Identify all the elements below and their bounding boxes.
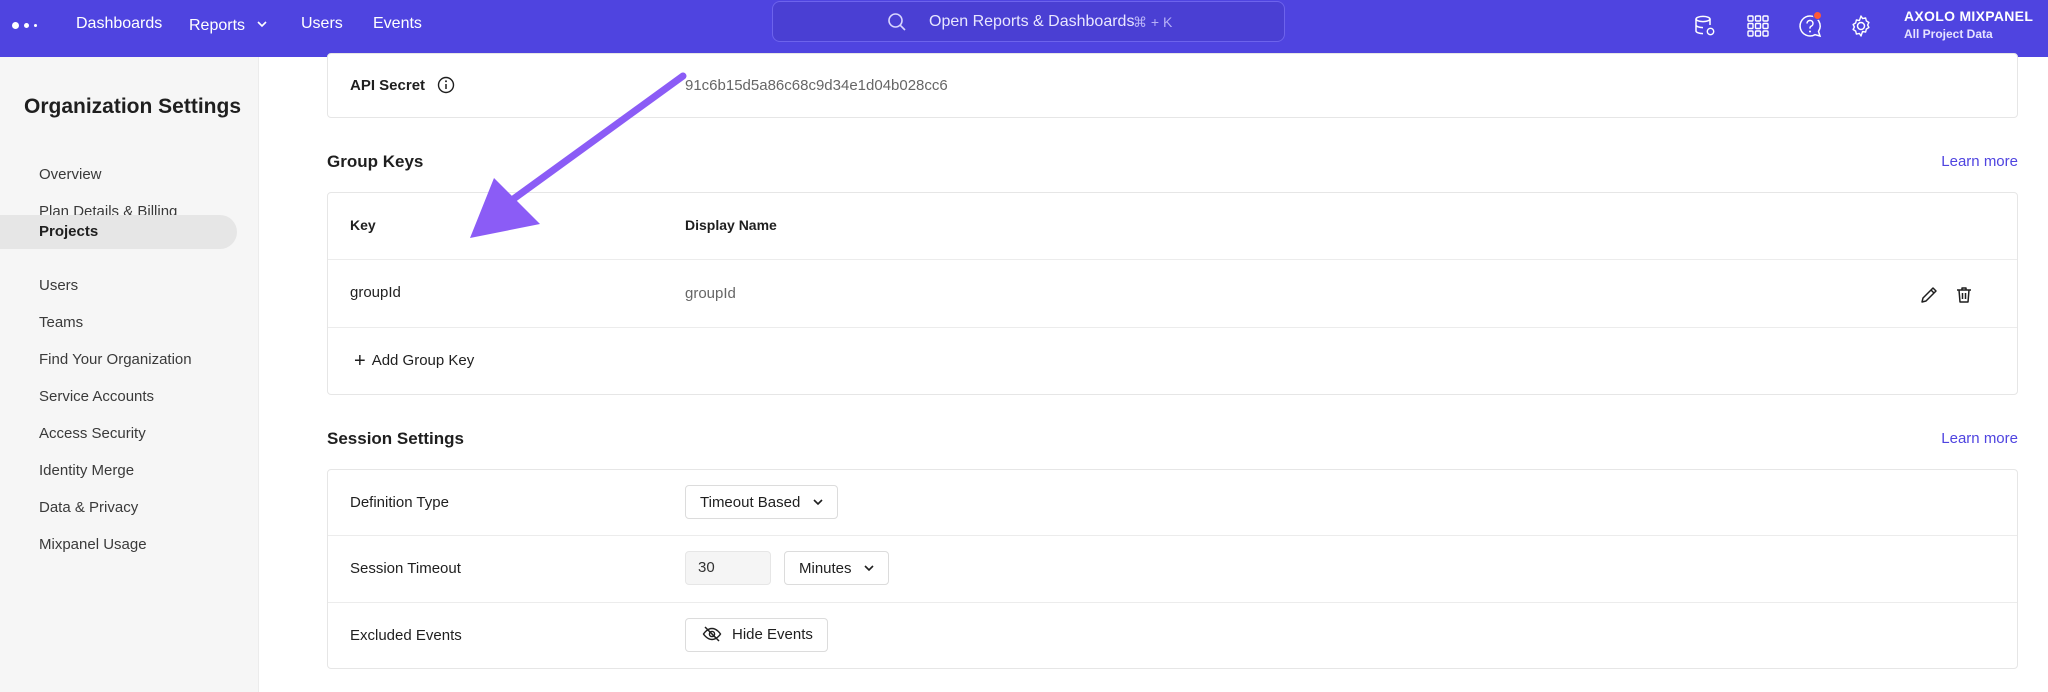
nav-dashboards[interactable]: Dashboards <box>76 15 162 33</box>
api-secret-label-text: API Secret <box>350 77 426 94</box>
api-credentials-card: API Secret 91c6b15d5a86c68c9d34e1d04b028… <box>327 53 2018 118</box>
search-shortcut: ⌘ + K <box>1133 14 1173 30</box>
sidebar-title: Organization Settings <box>24 95 242 118</box>
definition-type-label: Definition Type <box>350 494 449 511</box>
edit-pencil-icon[interactable] <box>1918 284 1940 306</box>
group-keys-table: Key Display Name groupId groupId + Add Gr… <box>327 192 2018 395</box>
hide-events-button[interactable]: Hide Events <box>685 618 828 652</box>
hide-events-label: Hide Events <box>732 626 813 643</box>
group-key-display-name: groupId <box>685 285 736 302</box>
chevron-down-icon <box>812 486 823 518</box>
account-name: AXOLO MIXPANEL <box>1904 8 2034 24</box>
api-secret-value: 91c6b15d5a86c68c9d34e1d04b028cc6 <box>685 77 948 94</box>
nav-events[interactable]: Events <box>373 15 422 33</box>
sidebar-item-mixpanel-usage[interactable]: Mixpanel Usage <box>0 528 237 562</box>
add-group-key-button[interactable]: + Add Group Key <box>354 350 474 373</box>
plus-icon: + <box>354 350 366 372</box>
definition-type-dropdown[interactable]: Timeout Based <box>685 485 838 519</box>
global-search[interactable]: Open Reports & Dashboards ⌘ + K <box>772 1 1285 42</box>
column-header-display-name: Display Name <box>685 217 777 233</box>
session-timeout-label: Session Timeout <box>350 560 461 577</box>
definition-type-row: Definition Type Timeout Based <box>328 470 2017 536</box>
column-header-key: Key <box>350 217 376 233</box>
settings-sidebar: Organization Settings Overview Plan Deta… <box>0 57 259 692</box>
chevron-down-icon <box>864 552 874 584</box>
chevron-down-icon <box>257 15 268 33</box>
sidebar-item-teams[interactable]: Teams <box>0 306 237 340</box>
help-icon[interactable] <box>1797 11 1823 39</box>
mixpanel-logo[interactable] <box>12 19 40 31</box>
sidebar-item-data-privacy[interactable]: Data & Privacy <box>0 491 237 525</box>
timeout-unit-value: Minutes <box>799 560 852 577</box>
excluded-events-row: Excluded Events Hide Events <box>328 603 2017 670</box>
nav-users[interactable]: Users <box>301 15 343 33</box>
account-project-scope: All Project Data <box>1904 27 1993 41</box>
notification-dot <box>1813 11 1822 20</box>
sidebar-item-identity-merge[interactable]: Identity Merge <box>0 454 237 488</box>
session-settings-card: Definition Type Timeout Based Session Ti… <box>327 469 2018 669</box>
database-icon[interactable] <box>1692 13 1718 39</box>
excluded-events-label: Excluded Events <box>350 627 462 644</box>
definition-type-value: Timeout Based <box>700 494 801 511</box>
apps-grid-icon[interactable] <box>1745 13 1771 39</box>
sidebar-item-access-security[interactable]: Access Security <box>0 417 237 451</box>
nav-reports-label: Reports <box>189 17 246 34</box>
sidebar-item-overview[interactable]: Overview <box>0 158 237 192</box>
add-group-key-row: + Add Group Key <box>328 328 2017 396</box>
search-icon <box>887 12 907 37</box>
group-key-value: groupId <box>350 284 401 301</box>
session-timeout-row: Session Timeout 30 Minutes <box>328 536 2017 603</box>
delete-trash-icon[interactable] <box>1953 284 1975 306</box>
session-settings-title: Session Settings <box>327 429 464 448</box>
info-icon[interactable] <box>437 76 455 98</box>
table-row: groupId groupId <box>328 260 2017 328</box>
group-keys-title: Group Keys <box>327 152 424 171</box>
api-secret-label: API Secret <box>350 76 455 98</box>
search-placeholder: Open Reports & Dashboards <box>929 13 1135 30</box>
session-timeout-input[interactable]: 30 <box>685 551 771 585</box>
sidebar-item-users[interactable]: Users <box>0 269 237 303</box>
sidebar-item-find-your-organization[interactable]: Find Your Organization <box>0 343 237 377</box>
account-switcher[interactable]: AXOLO MIXPANEL All Project Data <box>1904 8 2033 41</box>
table-header-row: Key Display Name <box>328 193 2017 260</box>
top-navigation-bar: Dashboards Reports Users Events Open Rep… <box>0 0 2048 57</box>
nav-reports[interactable]: Reports <box>189 15 268 35</box>
sidebar-item-projects[interactable]: Projects <box>0 215 237 249</box>
settings-icon[interactable] <box>1848 13 1874 39</box>
group-keys-learn-more-link[interactable]: Learn more <box>1941 153 2018 170</box>
eye-off-icon <box>702 623 722 655</box>
session-settings-learn-more-link[interactable]: Learn more <box>1941 430 2018 447</box>
main-content: API Secret 91c6b15d5a86c68c9d34e1d04b028… <box>259 53 2048 692</box>
timeout-unit-dropdown[interactable]: Minutes <box>784 551 889 585</box>
sidebar-item-service-accounts[interactable]: Service Accounts <box>0 380 237 414</box>
add-group-key-label: Add Group Key <box>371 352 475 369</box>
